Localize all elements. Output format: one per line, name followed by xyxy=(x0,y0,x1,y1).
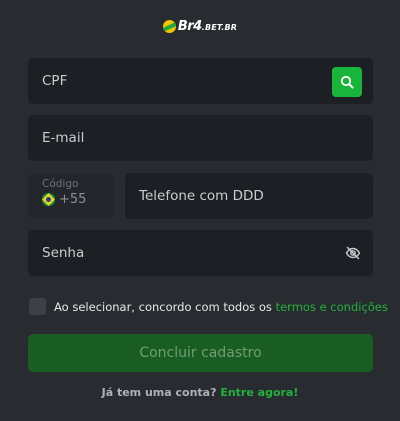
password-placeholder: Senha xyxy=(42,245,85,261)
ball-logo-icon xyxy=(162,19,176,33)
phone-field[interactable]: Telefone com DDD xyxy=(125,173,373,219)
email-field[interactable]: E-mail xyxy=(28,115,373,161)
country-code-select[interactable]: Código +55 xyxy=(28,173,113,219)
brand-name-tld: .BET.BR xyxy=(201,22,238,32)
terms-label: Ao selecionar, concordo com todos os xyxy=(54,299,272,314)
email-placeholder: E-mail xyxy=(42,130,85,146)
brand-logo: Br4.BET.BR xyxy=(0,16,400,36)
country-code-label: Código xyxy=(42,178,79,190)
terms-text: Ao selecionar, concordo com todos os ter… xyxy=(54,300,388,314)
brazil-flag-icon xyxy=(42,193,55,206)
phone-placeholder: Telefone com DDD xyxy=(139,188,264,204)
password-field[interactable]: Senha xyxy=(28,230,373,276)
login-question: Já tem uma conta? xyxy=(101,386,217,399)
search-icon xyxy=(340,75,354,89)
registration-page: Br4.BET.BR CPF E-mail Código +55 Telefon… xyxy=(0,0,400,421)
cpf-field[interactable]: CPF xyxy=(28,58,373,104)
country-code-number: +55 xyxy=(59,192,87,207)
submit-button[interactable]: Concluir cadastro xyxy=(28,334,373,372)
country-code-value: +55 xyxy=(42,192,113,207)
cpf-search-button[interactable] xyxy=(332,67,362,97)
terms-link[interactable]: termos e condições xyxy=(276,300,388,314)
brand-name: Br4.BET.BR xyxy=(178,19,237,34)
cpf-placeholder: CPF xyxy=(42,73,68,89)
eye-slash-icon[interactable] xyxy=(345,245,361,261)
terms-checkbox[interactable] xyxy=(29,298,46,315)
login-link[interactable]: Entre agora! xyxy=(220,386,298,399)
terms-row: Ao selecionar, concordo com todos os ter… xyxy=(29,298,388,315)
brand-name-main: Br4 xyxy=(177,18,202,34)
login-prompt: Já tem uma conta? Entre agora! xyxy=(0,386,400,399)
